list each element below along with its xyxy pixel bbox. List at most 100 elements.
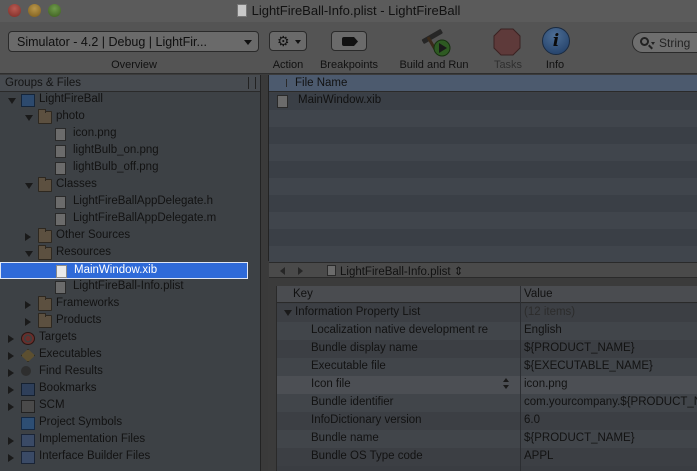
plist-value[interactable]: APPL [524,450,553,462]
disclosure-open-icon[interactable] [8,98,16,104]
sidebar-item[interactable]: MainWindow.xib [0,262,248,279]
sidebar-item[interactable]: Bookmarks [0,381,248,398]
property-list-editor[interactable]: Key Value Information Property List (12 i… [276,286,697,471]
plist-row[interactable]: Icon file icon.png [277,376,697,394]
file-list[interactable]: File Name MainWindow.xib [268,75,697,263]
key-column-header[interactable]: Key [293,288,313,300]
plist-key[interactable]: Bundle display name [311,342,418,354]
plist-value[interactable]: ${EXECUTABLE_NAME} [524,360,653,372]
action-label: Action [272,59,304,71]
search-input[interactable]: String [632,32,697,53]
sidebar-item[interactable]: icon.png [0,126,248,143]
disclosure-closed-icon[interactable] [8,369,14,377]
sidebar-item-label: Implementation Files [39,433,146,445]
disclosure-closed-icon[interactable] [25,233,31,241]
disclosure-closed-icon[interactable] [8,335,14,343]
sidebar-item[interactable]: Executables [0,347,248,364]
folder-icon [38,177,52,192]
disclosure-open-icon[interactable] [25,183,33,189]
plist-value[interactable]: English [524,324,562,336]
cube-icon [21,417,35,430]
window-title-text: LightFireBall-Info.plist - LightFireBall [251,3,461,18]
sidebar-item[interactable]: Frameworks [0,296,248,313]
disclosure-closed-icon[interactable] [8,403,14,411]
plist-key[interactable]: InfoDictionary version [311,414,422,426]
file-list-stripe [269,144,697,161]
disclosure-open-icon[interactable] [25,251,33,257]
plist-row[interactable]: Bundle name ${PRODUCT_NAME} [277,430,697,448]
smart-group-icon [21,451,35,464]
plist-key[interactable]: Localization native development re [311,324,488,336]
disclosure-open-icon[interactable] [284,310,292,316]
sidebar-item[interactable]: Find Results [0,364,248,381]
sidebar-item[interactable]: LightFireBallAppDelegate.h [0,194,248,211]
split-view-divider[interactable] [261,75,268,471]
forward-arrow-icon[interactable] [298,267,303,275]
sidebar-item[interactable]: Classes [0,177,248,194]
disclosure-closed-icon[interactable] [8,454,14,462]
disclosure-closed-icon[interactable] [8,386,14,394]
sidebar-item-label: SCM [39,399,65,411]
disclosure-open-icon[interactable] [25,115,33,121]
sidebar-item[interactable]: Interface Builder Files [0,449,248,466]
breakpoints-button[interactable] [331,31,367,51]
sidebar-item[interactable]: lightBulb_on.png [0,143,248,160]
sidebar-item[interactable]: Other Sources [0,228,248,245]
plist-key[interactable]: Executable file [311,360,386,372]
disclosure-closed-icon[interactable] [25,318,31,326]
sidebar-item[interactable]: Project Symbols [0,415,248,432]
sidebar-item-label: Find Results [39,365,103,377]
stop-tasks-icon[interactable] [493,28,521,56]
build-and-run-label: Build and Run [399,59,469,71]
plist-row[interactable]: Bundle OS Type code APPL [277,448,697,466]
plist-value[interactable]: ${PRODUCT_NAME} [524,342,635,354]
groups-and-files-sidebar[interactable]: Groups & Files LightFireBall photo icon.pn… [0,75,261,471]
sidebar-item[interactable]: photo [0,109,248,126]
file-list-row-name: MainWindow.xib [298,94,382,106]
plist-key[interactable]: Bundle name [311,432,379,444]
plist-value[interactable]: com.yourcompany.${PRODUCT_N [524,396,697,408]
key-type-stepper-icon[interactable] [503,378,511,391]
disclosure-closed-icon[interactable] [25,301,31,309]
column-resize-icon[interactable] [248,77,256,89]
sidebar-item[interactable]: Resources [0,245,248,262]
plist-row[interactable]: Executable file ${EXECUTABLE_NAME} [277,358,697,376]
sidebar-item[interactable]: Implementation Files [0,432,248,449]
file-name-column-header[interactable]: File Name [295,77,347,89]
value-column-header[interactable]: Value [524,288,553,300]
info-icon[interactable]: i [542,27,570,55]
sidebar-item[interactable]: Targets [0,330,248,347]
plist-row[interactable]: Bundle display name ${PRODUCT_NAME} [277,340,697,358]
editor-file-popup[interactable]: LightFireBall-Info.plist ⇕ [340,264,463,278]
file-list-stripe [269,161,697,178]
plist-key[interactable]: Bundle OS Type code [311,450,423,462]
plist-root-row[interactable]: Information Property List (12 items) [277,304,697,322]
file-list-row[interactable]: MainWindow.xib [269,93,697,110]
sidebar-item[interactable]: LightFireBall-Info.plist [0,279,248,296]
disclosure-closed-icon[interactable] [8,437,14,445]
scm-icon [21,400,35,413]
file-list-stripe [269,195,697,212]
sidebar-item[interactable]: lightBulb_off.png [0,160,248,177]
sidebar-item-label: Interface Builder Files [39,450,151,462]
overview-popup[interactable]: Simulator - 4.2 | Debug | LightFir... [8,31,259,52]
sidebar-item[interactable]: Products [0,313,248,330]
sidebar-item[interactable]: LightFireBall [0,92,248,109]
sidebar-item[interactable]: SCM [0,398,248,415]
sidebar-item[interactable]: LightFireBallAppDelegate.m [0,211,248,228]
build-and-run-icon[interactable] [418,26,452,58]
file-list-check-column[interactable] [277,79,287,87]
plist-value[interactable]: 6.0 [524,414,540,426]
sidebar-item-label: Project Symbols [39,416,123,428]
back-arrow-icon[interactable] [280,267,285,275]
plist-row[interactable]: Localization native development re Englis… [277,322,697,340]
plist-row[interactable]: InfoDictionary version 6.0 [277,412,697,430]
plist-value[interactable]: icon.png [524,378,567,390]
plist-key[interactable]: Icon file [311,378,351,390]
plist-key[interactable]: Bundle identifier [311,396,393,408]
plist-value[interactable]: ${PRODUCT_NAME} [524,432,635,444]
plist-row[interactable]: Bundle identifier com.yourcompany.${PRODU… [277,394,697,412]
disclosure-closed-icon[interactable] [8,352,14,360]
action-button[interactable]: ⚙ [269,31,307,51]
sidebar-item-label: Frameworks [56,297,120,309]
